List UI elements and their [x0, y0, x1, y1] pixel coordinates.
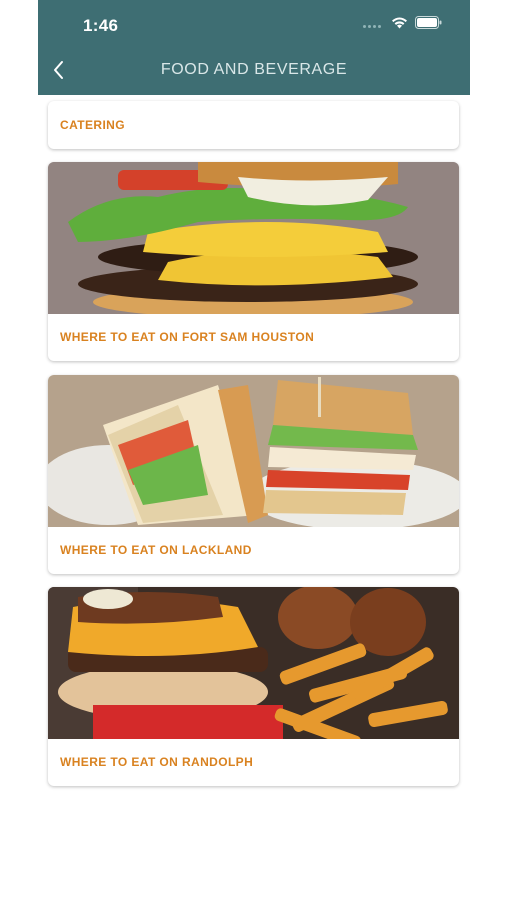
app-screen: 1:46 FOOD AND BEVERAGE CATERING WHERE TO… [38, 0, 470, 900]
card-fort-sam-houston[interactable]: WHERE TO EAT ON FORT SAM HOUSTON [48, 162, 459, 361]
status-time: 1:46 [83, 16, 119, 35]
signal-icon [363, 18, 381, 28]
wifi-icon [392, 17, 407, 29]
app-header: 1:46 FOOD AND BEVERAGE [38, 0, 470, 95]
card-lackland[interactable]: WHERE TO EAT ON LACKLAND [48, 375, 459, 574]
club-sandwich-photo [48, 375, 459, 527]
status-icons [363, 16, 442, 29]
card-label-bar: WHERE TO EAT ON RANDOLPH [48, 739, 459, 786]
page-title: FOOD AND BEVERAGE [160, 61, 348, 78]
card-catering[interactable]: CATERING [48, 101, 459, 149]
card-label-bar: WHERE TO EAT ON LACKLAND [48, 527, 459, 574]
card-label-fort-sam-houston: WHERE TO EAT ON FORT SAM HOUSTON [60, 330, 315, 344]
burger-fries-photo [48, 587, 459, 739]
card-label-bar: WHERE TO EAT ON FORT SAM HOUSTON [48, 314, 459, 361]
card-randolph[interactable]: WHERE TO EAT ON RANDOLPH [48, 587, 459, 786]
battery-icon [415, 16, 442, 29]
burger-photo [48, 162, 459, 314]
card-label-randolph: WHERE TO EAT ON RANDOLPH [60, 755, 254, 769]
card-label-catering: CATERING [60, 118, 125, 132]
card-label-lackland: WHERE TO EAT ON LACKLAND [60, 543, 252, 557]
